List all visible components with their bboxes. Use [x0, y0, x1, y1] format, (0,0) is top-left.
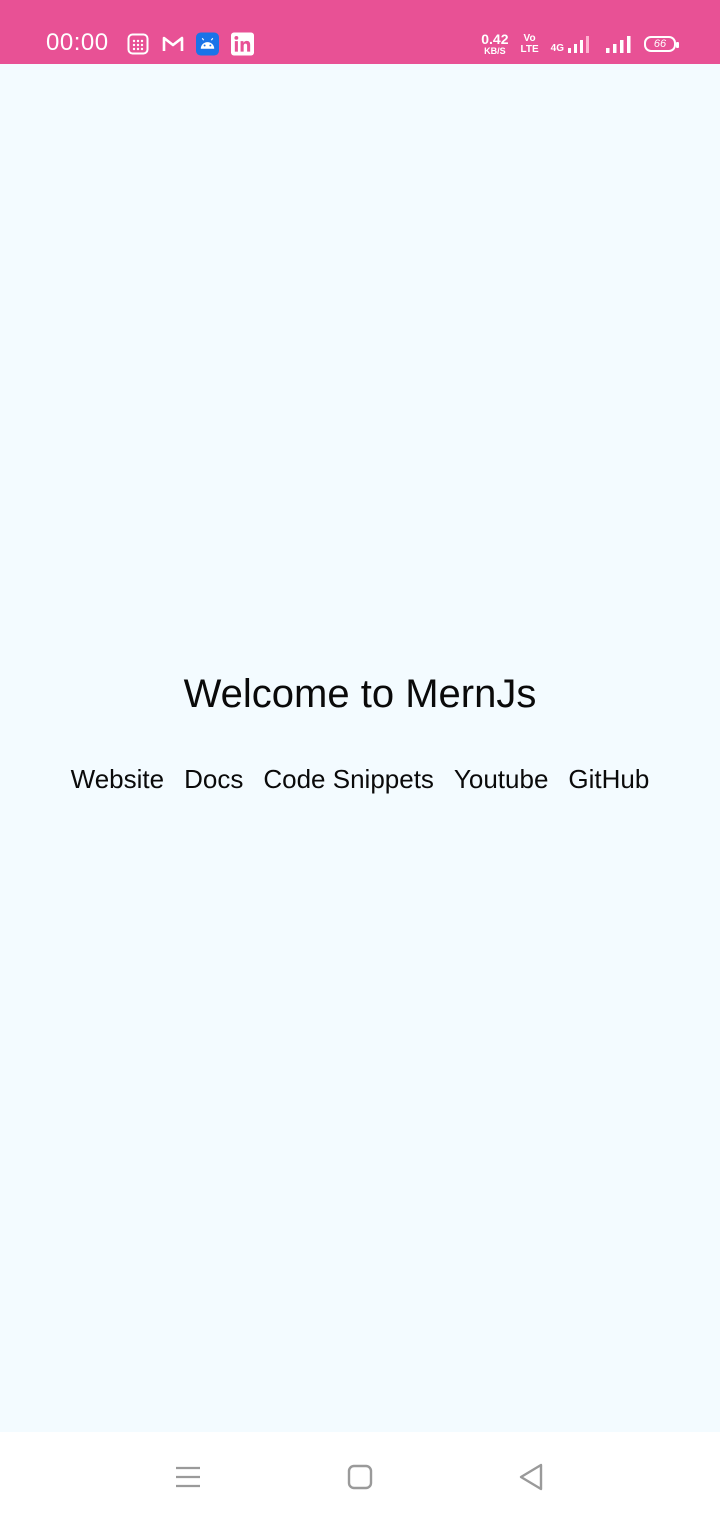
volte-top: Vo: [523, 33, 536, 44]
signal-bars-2-icon: [606, 36, 631, 53]
main-content: Welcome to MernJs Website Docs Code Snip…: [0, 64, 720, 1432]
home-button[interactable]: [345, 1462, 375, 1492]
menu-icon: [176, 1466, 200, 1488]
page-title: Welcome to MernJs: [183, 672, 537, 716]
home-icon: [347, 1464, 373, 1490]
net-speed-value: 0.42: [481, 31, 509, 47]
status-time: 00:00: [46, 29, 109, 56]
net-speed: 0.42 KB/S: [481, 32, 508, 56]
navigation-bar: [0, 1432, 720, 1520]
system-indicators: 0.42 KB/S Vo LTE 4G 66: [481, 30, 679, 58]
linkedin-icon: [231, 32, 254, 56]
signal-bars-1-icon: [568, 36, 589, 53]
link-row: Website Docs Code Snippets Youtube GitHu…: [0, 762, 720, 796]
battery-icon: 66: [644, 36, 679, 52]
calculator-icon: [126, 33, 149, 56]
menu-button[interactable]: [173, 1462, 203, 1492]
notification-icons: [126, 32, 254, 56]
net-speed-unit: KB/S: [484, 46, 506, 56]
gmail-icon: [161, 33, 184, 56]
battery-level: 66: [653, 38, 667, 50]
volte-bottom: LTE: [520, 44, 539, 55]
github-link[interactable]: GitHub: [568, 762, 649, 796]
volte-indicator: Vo LTE: [521, 33, 539, 55]
back-icon: [519, 1463, 543, 1491]
back-button[interactable]: [516, 1462, 546, 1492]
code-snippets-link[interactable]: Code Snippets: [263, 762, 434, 796]
network-type: 4G: [550, 43, 564, 54]
website-link[interactable]: Website: [71, 762, 164, 796]
youtube-link[interactable]: Youtube: [454, 762, 548, 796]
status-bar: 00:00 0.42 KB/S Vo LTE 4G 66: [0, 0, 720, 64]
docs-link[interactable]: Docs: [184, 762, 243, 796]
android-icon: [196, 32, 219, 56]
signal-4g: 4G: [551, 34, 592, 54]
